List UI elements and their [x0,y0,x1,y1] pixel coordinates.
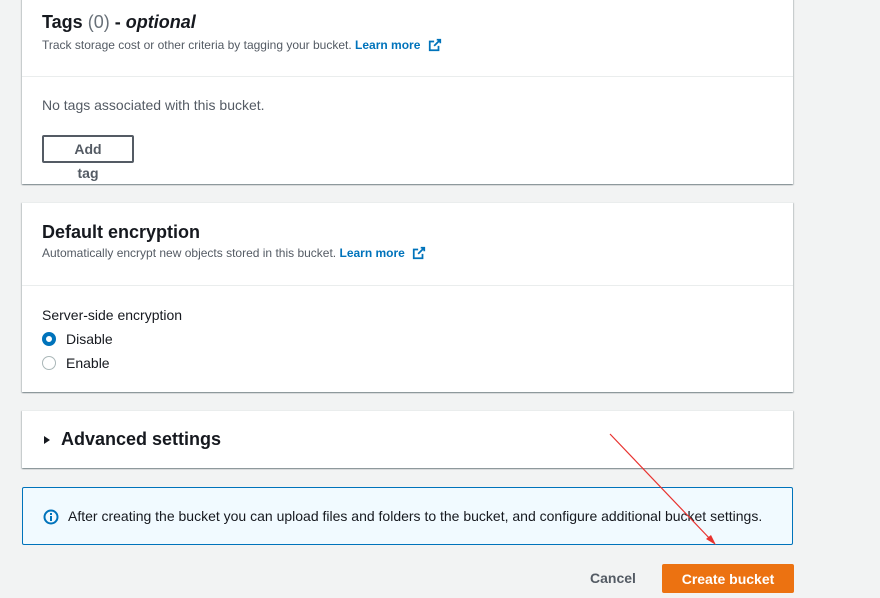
server-side-encryption-label: Server-side encryption [42,307,183,323]
radio-disable-indicator[interactable] [42,332,56,346]
advanced-settings-panel[interactable]: Advanced settings [22,410,793,468]
external-link-icon [413,246,426,260]
radio-enable[interactable]: Enable [42,355,110,371]
radio-disable-label: Disable [66,331,113,347]
add-tag-button[interactable]: Add tag [42,135,134,181]
info-alert: After creating the bucket you can upload… [22,487,793,545]
tags-count: (0) [87,12,110,32]
tags-panel-description: Track storage cost or other criteria by … [42,37,442,53]
encryption-learn-more-link[interactable]: Learn more [339,246,426,260]
tags-learn-more-label: Learn more [355,38,421,52]
radio-disable[interactable]: Disable [42,331,113,347]
encryption-panel-description: Automatically encrypt new objects stored… [42,245,426,261]
caret-right-icon [44,435,50,444]
tags-empty-text: No tags associated with this bucket. [42,97,265,113]
info-alert-text: After creating the bucket you can upload… [68,508,763,524]
encryption-panel: Default encryption Automatically encrypt… [22,202,793,392]
advanced-settings-header[interactable]: Advanced settings [42,429,221,450]
tags-dash: - [114,12,121,32]
tags-panel-title: Tags (0) - optional [42,11,196,33]
radio-enable-indicator[interactable] [42,356,56,370]
tags-panel-header: Tags (0) - optional Track storage cost o… [22,0,793,77]
info-icon [43,509,59,525]
tags-optional-label: optional [125,12,196,32]
encryption-description-text: Automatically encrypt new objects stored… [42,246,337,260]
create-bucket-button[interactable]: Create bucket [662,564,794,593]
tags-description-text: Track storage cost or other criteria by … [42,38,352,52]
encryption-learn-more-label: Learn more [339,246,405,260]
tags-panel: Tags (0) - optional Track storage cost o… [22,0,793,184]
tags-title-text: Tags [42,12,83,32]
encryption-panel-title: Default encryption [42,222,201,242]
external-link-icon [428,38,441,52]
radio-enable-label: Enable [66,355,110,371]
encryption-panel-header: Default encryption Automatically encrypt… [22,203,793,286]
advanced-settings-title: Advanced settings [61,429,222,449]
tags-learn-more-link[interactable]: Learn more [355,38,442,52]
cancel-button[interactable]: Cancel [590,570,636,586]
